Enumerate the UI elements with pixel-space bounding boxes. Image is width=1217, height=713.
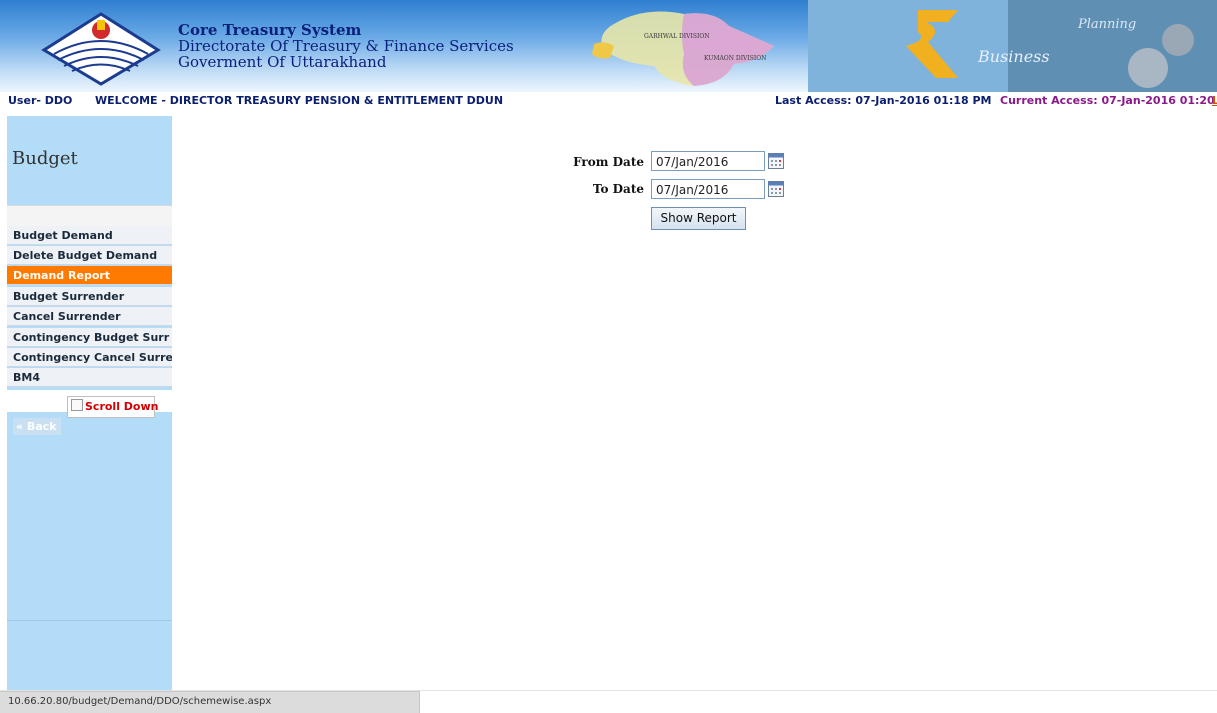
scroll-down-label: Scroll Down <box>85 400 159 413</box>
sidebar-item-bm4[interactable]: BM4 <box>7 368 172 387</box>
header-banner: Core Treasury System Directorate Of Trea… <box>0 0 1217 92</box>
to-date-label: To Date <box>592 182 644 196</box>
header-titles: Core Treasury System Directorate Of Trea… <box>178 22 514 70</box>
system-title: Core Treasury System <box>178 21 362 39</box>
to-date-input[interactable]: 07/Jan/2016 <box>651 179 765 199</box>
sidebar-item-budget-demand[interactable]: Budget Demand <box>7 226 172 245</box>
show-report-button[interactable]: Show Report <box>651 207 746 230</box>
map-label-kumaon: KUMAON DIVISION <box>704 55 766 62</box>
back-button[interactable]: « Back <box>13 418 61 435</box>
from-date-input[interactable]: 07/Jan/2016 <box>651 151 765 171</box>
sidebar-item-demand-report[interactable]: Demand Report <box>7 266 172 285</box>
sidebar-item-cancel-surrender[interactable]: Cancel Surrender <box>7 307 172 326</box>
sidebar-divider <box>7 620 172 621</box>
user-info-bar: User- DDO WELCOME - DIRECTOR TREASURY PE… <box>0 92 1217 109</box>
last-access-text: Last Access: 07-Jan-2016 01:18 PM <box>775 94 992 107</box>
current-access-text: Current Access: 07-Jan-2016 01:20 <box>1000 94 1215 107</box>
state-emblem-logo <box>41 12 161 86</box>
government-title: Goverment Of Uttarakhand <box>178 53 387 71</box>
to-date-calendar-icon[interactable] <box>768 180 784 197</box>
from-date-calendar-icon[interactable] <box>768 152 784 169</box>
sidebar-item-budget-surrender[interactable]: Budget Surrender <box>7 287 172 306</box>
sidebar-menu-header <box>7 205 172 226</box>
finance-decoration-image: Business Planning <box>808 0 1217 92</box>
browser-status-bar: 10.66.20.80/budget/Demand/DDO/schemewise… <box>0 691 420 713</box>
from-date-label: From Date <box>573 155 644 169</box>
deco-business-text: Business <box>977 47 1050 66</box>
sidebar-item-contingency-cancel-surrender[interactable]: Contingency Cancel Surre <box>7 348 172 367</box>
sidebar-item-delete-budget-demand[interactable]: Delete Budget Demand <box>7 246 172 265</box>
logout-link[interactable]: L <box>1212 94 1217 107</box>
uttarakhand-map-image: GARHWAL DIVISION KUMAON DIVISION <box>592 11 774 87</box>
directorate-title: Directorate Of Treasury & Finance Servic… <box>178 37 514 55</box>
broken-image-icon <box>71 399 83 411</box>
welcome-text: WELCOME - DIRECTOR TREASURY PENSION & EN… <box>95 94 504 107</box>
sidebar-item-contingency-budget-surrender[interactable]: Contingency Budget Surr <box>7 328 172 347</box>
deco-planning-text: Planning <box>1077 17 1136 32</box>
sidebar-title: Budget <box>12 148 78 169</box>
map-label-garhwal: GARHWAL DIVISION <box>644 33 710 40</box>
user-role-text: User- DDO <box>8 94 73 107</box>
scroll-down-button[interactable]: Scroll Down <box>67 396 159 418</box>
